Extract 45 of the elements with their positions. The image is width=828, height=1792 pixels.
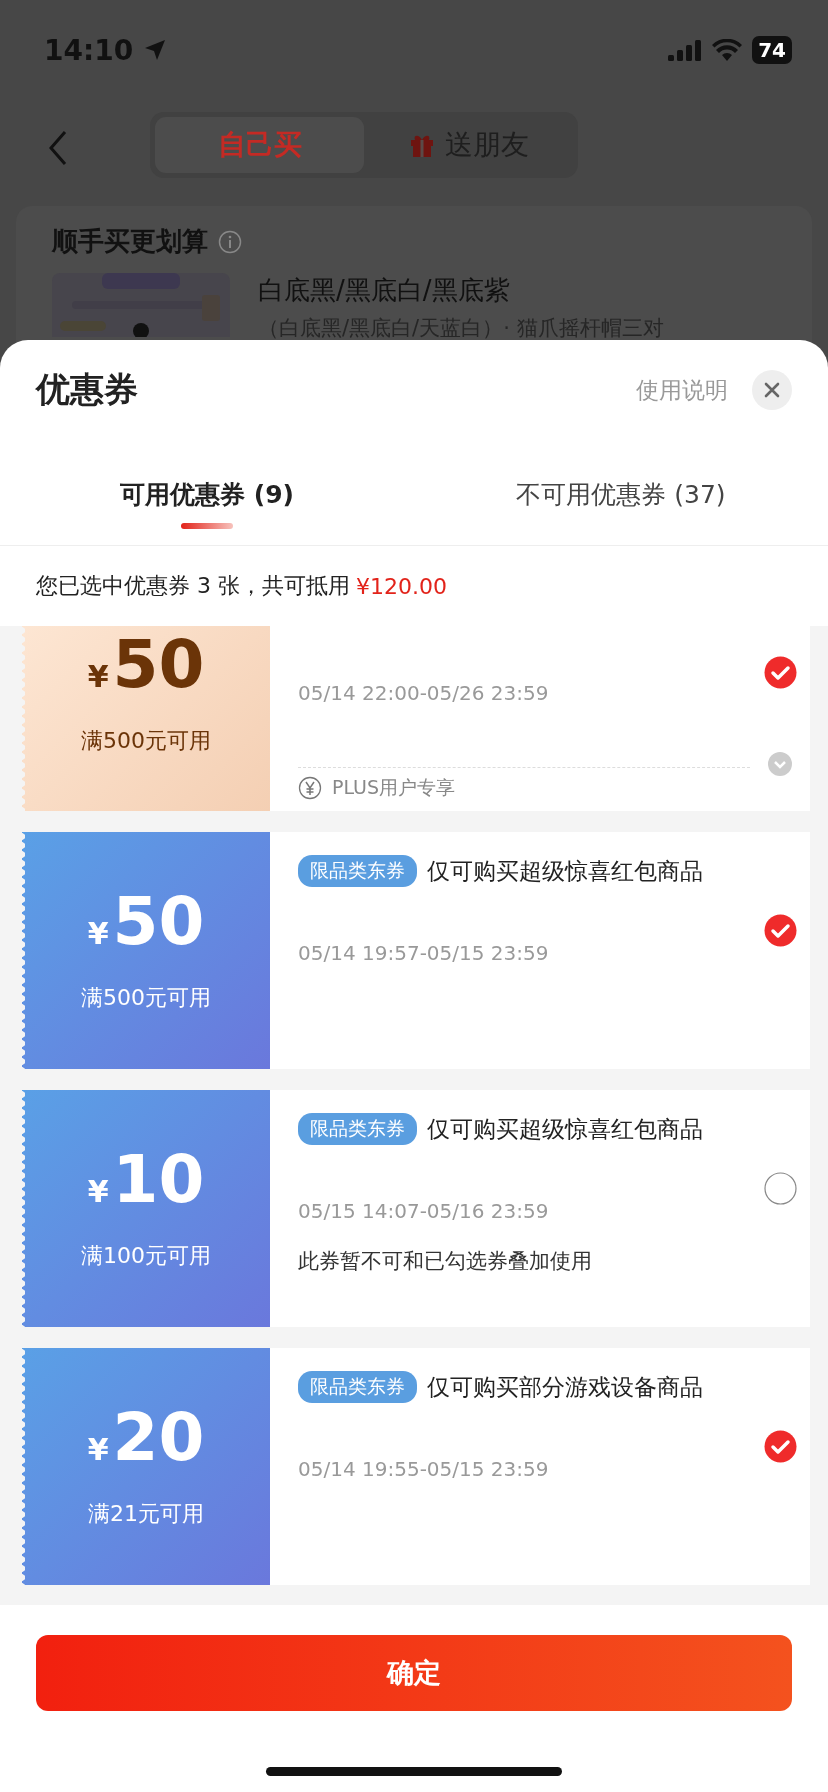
checked-icon[interactable] [763, 914, 797, 947]
coupon-validity: 05/14 19:55-05/15 23:59 [298, 1456, 550, 1482]
yen-coin-icon [298, 776, 322, 800]
checked-icon[interactable] [763, 656, 797, 689]
close-button[interactable] [752, 370, 792, 410]
coupon-card[interactable]: ¥10 满100元可用 限品类东券 仅可购买超级惊喜红包商品 05/15 14:07-05/16 23:59 此券暂不可和已勾选券叠加使用 [22, 1090, 810, 1327]
category-tag: 限品类东券 [298, 1371, 417, 1403]
confirm-button[interactable]: 确定 [36, 1635, 792, 1711]
coupon-card[interactable]: ¥20 满21元可用 限品类东券 仅可购买部分游戏设备商品 05/14 19:55-05/15 23:59 [22, 1348, 810, 1585]
unchecked-circle-icon[interactable] [763, 1172, 797, 1205]
tab-indicator [181, 523, 233, 529]
selection-summary: 您已选中优惠券 3 张，共可抵用 [36, 572, 350, 600]
coupon-validity: 05/14 19:57-05/15 23:59 [298, 940, 550, 966]
coupon-description: 仅可购买部分游戏设备商品 [427, 1372, 703, 1402]
coupon-validity: 05/14 22:00-05/26 23:59 [298, 680, 550, 706]
sheet-title: 优惠券 [36, 368, 139, 411]
coupon-condition: 满500元可用 [81, 727, 211, 755]
info-icon[interactable] [218, 229, 242, 254]
signal-icon [668, 39, 703, 61]
battery-level: 74 [752, 36, 792, 64]
close-icon [764, 382, 780, 398]
coupon-tab[interactable]: 不可用优惠券 (37) [516, 478, 726, 511]
coupon-card[interactable]: ¥50 满500元可用 05/14 22:00-05/26 23:59 PLUS用户专享 [22, 626, 810, 811]
coupon-condition: 满500元可用 [81, 984, 211, 1012]
wifi-icon [712, 39, 743, 61]
coupon-amount: ¥10 [87, 1142, 205, 1218]
coupon-tab[interactable]: 可用优惠券 (9) [120, 478, 294, 511]
checked-icon[interactable] [763, 1430, 797, 1463]
category-tag: 限品类东券 [298, 1113, 417, 1145]
location-arrow-icon [143, 38, 168, 62]
coupon-condition: 满100元可用 [81, 1242, 211, 1270]
coupon-amount: ¥50 [87, 627, 205, 703]
coupon-amount: ¥20 [87, 1400, 205, 1476]
coupon-condition: 满21元可用 [88, 1500, 204, 1528]
coupon-description: 仅可购买超级惊喜红包商品 [427, 856, 703, 886]
coupon-amount: ¥50 [87, 884, 205, 960]
coupon-note: 此券暂不可和已勾选券叠加使用 [298, 1248, 593, 1274]
coupon-validity: 05/15 14:07-05/16 23:59 [298, 1198, 550, 1224]
section-title: 顺手买更划算 [52, 225, 208, 258]
discount-total: ¥120.00 [356, 573, 447, 599]
coupon-description: 仅可购买超级惊喜红包商品 [427, 1114, 703, 1144]
product-title: 白底黑/黑底白/黑底紫 [258, 274, 511, 307]
plus-exclusive-label: PLUS用户专享 [332, 775, 456, 800]
category-tag: 限品类东券 [298, 855, 417, 887]
coupon-card[interactable]: ¥50 满500元可用 限品类东券 仅可购买超级惊喜红包商品 05/14 19:57-05/15 23:59 [22, 832, 810, 1069]
